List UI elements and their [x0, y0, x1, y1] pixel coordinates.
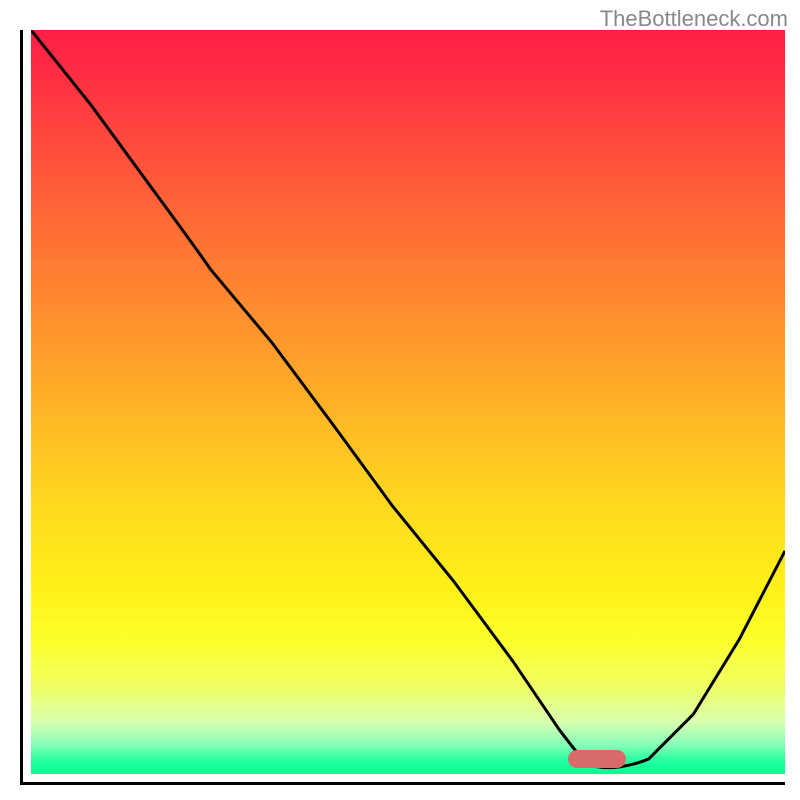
bottleneck-curve: [31, 30, 785, 774]
optimal-zone-marker: [568, 750, 626, 768]
chart-plot-area: [20, 30, 785, 785]
attribution-text: TheBottleneck.com: [600, 6, 788, 32]
